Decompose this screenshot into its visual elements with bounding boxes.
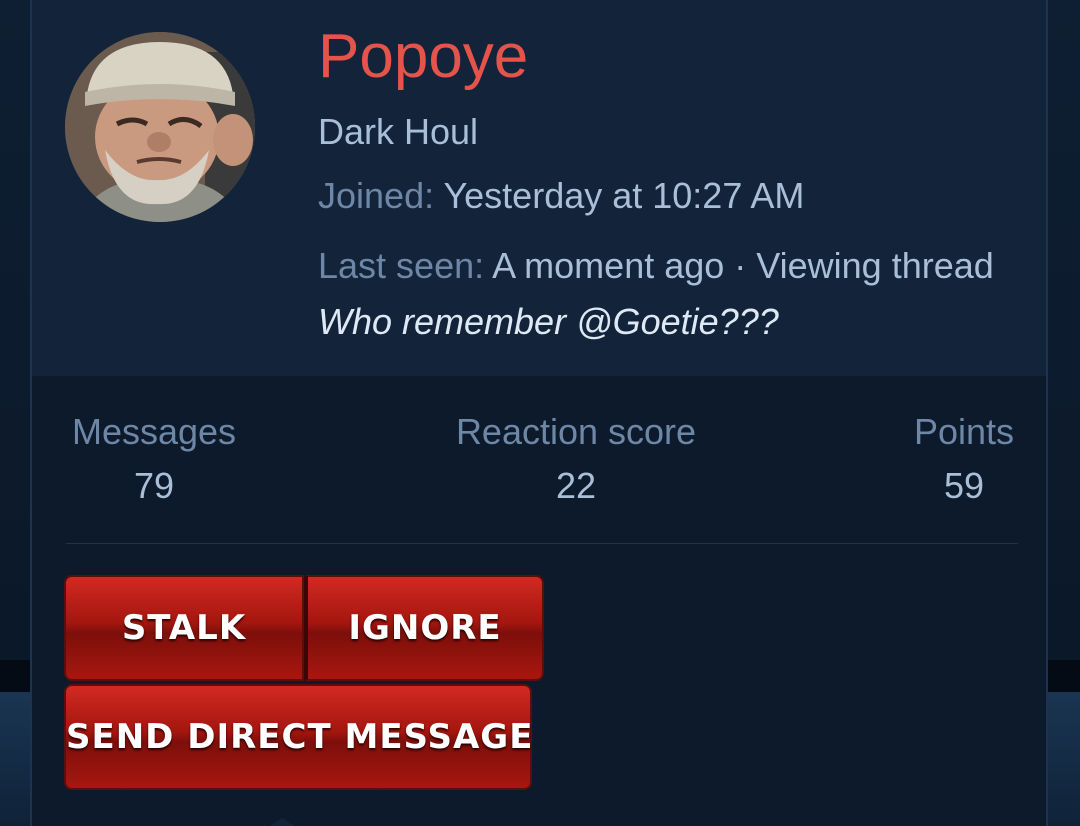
send-direct-message-button[interactable]: SEND DIRECT MESSAGE <box>64 684 532 790</box>
user-avatar[interactable] <box>65 32 255 222</box>
member-header: Popoye Dark Houl Joined: Yesterday at 10… <box>32 0 1046 376</box>
user-title: Dark Houl <box>318 111 479 152</box>
stat-points[interactable]: Points 59 <box>906 410 1022 508</box>
joined-row: Joined: Yesterday at 10:27 AM <box>318 174 804 218</box>
right-edge-glow <box>1048 692 1080 826</box>
stat-label: Reaction score <box>455 411 697 452</box>
stat-value: 22 <box>555 465 597 506</box>
avatar-image <box>65 32 255 222</box>
stats-divider <box>66 543 1018 544</box>
left-edge-glow <box>0 692 32 826</box>
stat-label: Messages <box>71 411 237 452</box>
stalk-button[interactable]: STALK <box>64 575 304 681</box>
member-tooltip-card: Popoye Dark Houl Joined: Yesterday at 10… <box>30 0 1048 826</box>
follow-ignore-button-group: STALK IGNORE <box>64 575 544 681</box>
right-edge-strip <box>1048 660 1080 692</box>
stat-value: 59 <box>943 465 985 506</box>
last-seen-value: A moment ago · Viewing thread <box>492 245 994 286</box>
left-edge-strip <box>0 660 32 692</box>
stat-messages[interactable]: Messages 79 <box>64 410 244 508</box>
member-stats: Messages 79 Reaction score 22 Points 59 <box>32 376 1046 546</box>
last-seen-row: Last seen: A moment ago · Viewing thread… <box>318 238 1018 350</box>
joined-value: Yesterday at 10:27 AM <box>443 175 805 216</box>
stat-label: Points <box>913 411 1015 452</box>
tooltip-pointer <box>270 818 294 826</box>
last-seen-label: Last seen: <box>318 245 485 286</box>
last-seen-thread-link[interactable]: Who remember @Goetie??? <box>318 301 779 342</box>
ignore-button[interactable]: IGNORE <box>304 575 544 681</box>
username[interactable]: Popoye <box>318 22 528 92</box>
stat-reaction-score[interactable]: Reaction score 22 <box>445 410 707 508</box>
joined-label: Joined: <box>318 175 435 216</box>
stat-value: 79 <box>133 465 175 506</box>
